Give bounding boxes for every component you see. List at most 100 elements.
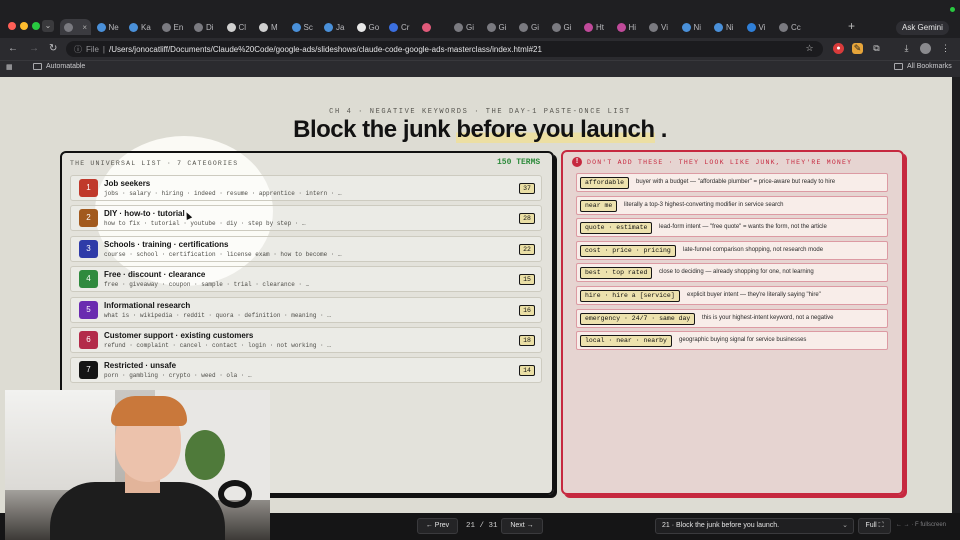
keyword-description: lead-form intent — "free quote" = wants … (659, 224, 827, 231)
browser-tab[interactable]: Ni (678, 19, 709, 35)
chevron-down-icon: ⌄ (842, 522, 848, 529)
category-name: Schools · training · certifications (104, 239, 229, 249)
keyword-description: late-funnel comparison shopping, not res… (683, 246, 824, 253)
browser-tab[interactable]: En (158, 19, 189, 35)
tab-label: Vi (661, 22, 668, 32)
keyword-chip: emergency · 24/7 · same day (580, 312, 696, 325)
browser-tab[interactable]: Gi (483, 19, 514, 35)
browser-tab[interactable]: Ja (320, 19, 351, 35)
browser-tab[interactable]: Ne (93, 19, 124, 35)
category-count: 28 (519, 213, 535, 225)
back-icon[interactable]: ← (8, 43, 18, 54)
browser-tab[interactable]: Ht (580, 19, 611, 35)
category-terms: porn · gambling · crypto · weed · ola · … (104, 372, 252, 380)
browser-tab[interactable]: Hi (613, 19, 644, 35)
fullscreen-button[interactable]: Full ⛶ (858, 518, 891, 534)
tab-favicon-icon (389, 22, 398, 32)
next-slide-button[interactable]: Next → (501, 518, 543, 534)
browser-tab[interactable]: Cr (385, 19, 416, 35)
title-text: Block the junk (293, 116, 451, 143)
maximize-window-button[interactable] (32, 22, 40, 30)
category-terms: jobs · salary · hiring · indeed · resume… (104, 190, 342, 197)
tab-favicon-icon (681, 22, 691, 32)
category-count: 16 (519, 304, 535, 316)
category-terms: free · giveaway · coupon · sample · tria… (104, 281, 310, 289)
browser-tab[interactable]: Ni (710, 19, 741, 35)
category-count: 15 (519, 274, 535, 286)
tab-label: Gi (498, 22, 507, 32)
money-keyword-row: cost · price · pricing late-funnel compar… (576, 240, 888, 260)
keyword-chip: hire · hire a [service] (580, 290, 680, 302)
keyword-chip: quote · estimate (580, 222, 653, 235)
bookmark-folder-automatable[interactable]: Automatable (33, 63, 85, 70)
apps-grid-icon[interactable]: ▦ (6, 63, 13, 71)
webcam-window-background (5, 390, 115, 490)
browser-tab[interactable]: Vi (645, 19, 676, 35)
slide-counter: 21 / 31 (466, 522, 498, 530)
browser-tab[interactable]: M (255, 19, 286, 35)
browser-tab[interactable]: Cl (223, 19, 254, 35)
title-highlight: before you launch (456, 116, 655, 143)
recording-indicator (950, 7, 955, 12)
ask-gemini-button[interactable]: Ask Gemini (896, 21, 949, 35)
category-row: 2 DIY · how-to · tutorial how to fix · tut… (70, 205, 542, 232)
category-terms: how to fix · tutorial · youtube · diy · … (104, 220, 306, 228)
money-keyword-row: affordable buyer with a budget — "afforda… (576, 173, 888, 192)
keyword-chip: local · near · nearby (580, 335, 672, 348)
tab-label: Di (206, 22, 214, 32)
tab-label: En (173, 22, 184, 32)
forward-icon[interactable]: → (29, 43, 39, 54)
close-tab-icon[interactable]: × (82, 23, 87, 32)
browser-tab[interactable]: Gi (450, 19, 481, 35)
tab-favicon-icon (129, 22, 138, 32)
extensions-puzzle-icon[interactable]: ⧉ (871, 43, 882, 54)
close-window-button[interactable] (8, 22, 16, 30)
browser-menu-icon[interactable]: ⋮ (940, 43, 951, 54)
browser-tab[interactable]: Go (353, 19, 384, 35)
extension-icon[interactable]: ✎ (852, 43, 863, 54)
category-terms: refund · complaint · cancel · contact · … (104, 342, 331, 349)
money-keyword-row: hire · hire a [service] explicit buyer in… (576, 286, 888, 305)
tab-favicon-icon (551, 22, 561, 32)
extension-record-icon[interactable]: ● (833, 43, 844, 54)
browser-tab[interactable]: Cc (775, 19, 806, 35)
browser-tab[interactable]: Di (190, 19, 221, 35)
minimize-window-button[interactable] (20, 22, 28, 30)
category-name: Informational research (104, 300, 191, 310)
tab-favicon-icon (356, 22, 366, 32)
tab-favicon-icon (519, 22, 528, 32)
webcam-plant (185, 430, 225, 480)
profile-avatar[interactable] (920, 43, 931, 54)
address-bar[interactable]: ⓘ File | /Users/jonocatliff/Documents/Cl… (66, 41, 823, 57)
tab-label: Ja (336, 22, 345, 32)
browser-tab[interactable]: Ka (125, 19, 156, 35)
download-icon[interactable]: ⤓ (901, 43, 912, 54)
keyboard-hint: ← → · F fullscreen (896, 522, 947, 528)
keyword-chip: best · top rated (580, 267, 653, 280)
tab-favicon-icon (259, 22, 268, 32)
all-bookmarks-button[interactable]: All Bookmarks (894, 63, 952, 70)
slide-select-value: 21 · Block the junk before you launch. (662, 522, 780, 529)
browser-tab[interactable]: Gi (515, 19, 546, 35)
reload-icon[interactable]: ↻ (49, 43, 57, 54)
tab-favicon-icon (421, 22, 431, 32)
page-scrollbar[interactable] (952, 77, 960, 513)
microphone-icon (218, 480, 252, 508)
category-name: Free · discount · clearance (104, 270, 206, 280)
slide-select[interactable]: 21 · Block the junk before you launch. ⌄ (655, 518, 854, 534)
dont-add-panel: ! DON'T ADD THESE · THEY LOOK LIKE JUNK,… (561, 150, 904, 495)
prev-slide-button[interactable]: ← Prev (417, 518, 458, 534)
address-separator: | (102, 44, 105, 54)
tab-label: Ne (108, 22, 119, 32)
tab-search-icon[interactable]: ⌄ (42, 20, 54, 32)
browser-tab[interactable]: Gi (548, 19, 579, 35)
tab-label: Ni (693, 22, 702, 32)
browser-tab[interactable]: Sc (288, 19, 319, 35)
bookmark-star-icon[interactable]: ☆ (804, 43, 815, 54)
new-tab-button[interactable]: + (848, 19, 855, 33)
browser-tab[interactable] (418, 19, 449, 35)
browser-tab[interactable]: Vi (743, 19, 774, 35)
browser-tab[interactable]: × (60, 19, 91, 35)
category-number: 2 (79, 209, 98, 228)
bookmarks-bar (0, 60, 960, 77)
